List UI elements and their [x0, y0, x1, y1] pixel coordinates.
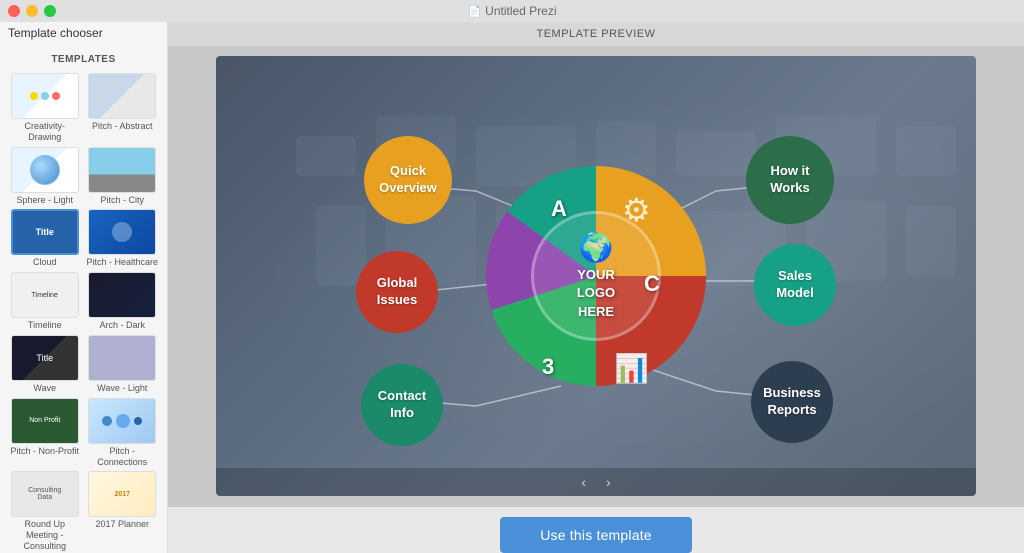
- template-thumb-pitch-abstract: [88, 73, 156, 119]
- template-item-wave[interactable]: Title Wave: [8, 335, 82, 394]
- template-label-pitch-nonprofit: Pitch - Non-Profit: [10, 446, 79, 457]
- chart-icon-segment: 📊: [614, 352, 649, 385]
- bubble-business-reports-text: BusinessReports: [763, 385, 821, 419]
- templates-grid: Creativity-Drawing Pitch - Abstract Sphe…: [0, 69, 167, 553]
- template-item-planner-2017[interactable]: 2017 2017 Planner: [86, 471, 160, 551]
- template-thumb-planner-2017: 2017: [88, 471, 156, 517]
- template-thumb-pitch-healthcare: [88, 209, 156, 255]
- use-template-button[interactable]: Use this template: [500, 517, 692, 553]
- template-label-arch-dark: Arch - Dark: [99, 320, 145, 331]
- bubble-quick-overview-text: QuickOverview: [379, 163, 437, 197]
- bubble-how-it-works[interactable]: How itWorks: [746, 136, 834, 224]
- template-thumb-pitch-nonprofit: Non Profit: [11, 398, 79, 444]
- template-thumb-wave: Title: [11, 335, 79, 381]
- template-item-pitch-connections[interactable]: Pitch - Connections: [86, 398, 160, 468]
- app-title: Template chooser: [0, 22, 167, 46]
- bubble-global-issues-text: GlobalIssues: [377, 275, 417, 309]
- template-label-sphere-light: Sphere - Light: [16, 195, 73, 206]
- template-item-pitch-abstract[interactable]: Pitch - Abstract: [86, 73, 160, 143]
- template-label-roundup-consulting: Round Up Meeting - Consulting: [8, 519, 82, 551]
- template-item-pitch-city[interactable]: Pitch - City: [86, 147, 160, 206]
- template-label-pitch-connections: Pitch - Connections: [86, 446, 160, 468]
- template-item-pitch-healthcare[interactable]: Pitch - Healthcare: [86, 209, 160, 268]
- bubble-sales-model-text: SalesModel: [776, 268, 814, 302]
- template-item-sphere-light[interactable]: Sphere - Light: [8, 147, 82, 206]
- diagram: A ⚙ C 📊 3 🌍 YOUR LOGO HE: [346, 96, 846, 456]
- template-item-timeline[interactable]: Timeline Timeline: [8, 272, 82, 331]
- template-thumb-arch-dark: [88, 272, 156, 318]
- bubble-global-issues[interactable]: GlobalIssues: [356, 251, 438, 333]
- main-content: TEMPLATE PREVIEW: [168, 22, 1024, 553]
- template-label-cloud: Cloud: [33, 257, 57, 268]
- template-item-roundup-consulting[interactable]: ConsultingData Round Up Meeting - Consul…: [8, 471, 82, 551]
- minimize-button[interactable]: [26, 5, 38, 17]
- template-thumb-roundup-consulting: ConsultingData: [11, 471, 79, 517]
- template-thumb-timeline: Timeline: [11, 272, 79, 318]
- template-thumb-creativity-drawing: [11, 73, 79, 119]
- template-item-arch-dark[interactable]: Arch - Dark: [86, 272, 160, 331]
- gear-icon-segment: ⚙: [622, 191, 651, 229]
- template-label-wave: Wave: [33, 383, 56, 394]
- sidebar: Template chooser TEMPLATES Creativity-Dr…: [0, 22, 168, 553]
- bubble-sales-model[interactable]: SalesModel: [754, 244, 836, 326]
- preview-area: A ⚙ C 📊 3 🌍 YOUR LOGO HE: [168, 46, 1024, 506]
- template-thumb-cloud: Title: [11, 209, 79, 255]
- window-title: 📄 Untitled Prezi: [467, 4, 556, 18]
- template-label-timeline: Timeline: [28, 320, 62, 331]
- maximize-button[interactable]: [44, 5, 56, 17]
- template-item-wave-light[interactable]: Wave - Light: [86, 335, 160, 394]
- template-label-planner-2017: 2017 Planner: [95, 519, 149, 530]
- bottom-bar: Use this template: [168, 506, 1024, 553]
- segment-label-3: 3: [542, 354, 554, 380]
- center-logo-text: YOUR LOGO HERE: [577, 266, 615, 321]
- template-label-pitch-healthcare: Pitch - Healthcare: [86, 257, 158, 268]
- template-item-creativity-drawing[interactable]: Creativity-Drawing: [8, 73, 82, 143]
- slide-container: A ⚙ C 📊 3 🌍 YOUR LOGO HE: [216, 56, 976, 496]
- window-controls[interactable]: [8, 5, 56, 17]
- template-label-pitch-abstract: Pitch - Abstract: [92, 121, 153, 132]
- template-thumb-sphere-light: [11, 147, 79, 193]
- bubble-quick-overview[interactable]: QuickOverview: [364, 136, 452, 224]
- slide-next-arrow[interactable]: ›: [606, 474, 611, 490]
- template-item-pitch-nonprofit[interactable]: Non Profit Pitch - Non-Profit: [8, 398, 82, 468]
- bubble-contact-info[interactable]: ContactInfo: [361, 364, 443, 446]
- center-logo: 🌍 YOUR LOGO HERE: [531, 211, 661, 341]
- titlebar: 📄 Untitled Prezi: [0, 0, 1024, 22]
- segment-label-a: A: [551, 196, 567, 222]
- template-label-wave-light: Wave - Light: [97, 383, 147, 394]
- bubble-how-it-works-text: How itWorks: [770, 163, 810, 197]
- segment-label-c: C: [644, 271, 660, 297]
- close-button[interactable]: [8, 5, 20, 17]
- template-thumb-pitch-connections: [88, 398, 156, 444]
- slide-navigation: ‹ ›: [216, 468, 976, 496]
- template-label-creativity-drawing: Creativity-Drawing: [8, 121, 82, 143]
- bubble-business-reports[interactable]: BusinessReports: [751, 361, 833, 443]
- template-item-cloud[interactable]: Title Cloud: [8, 209, 82, 268]
- bubble-contact-info-text: ContactInfo: [378, 388, 426, 422]
- globe-icon: 🌍: [579, 231, 614, 264]
- templates-section-label: TEMPLATES: [0, 46, 167, 69]
- template-thumb-wave-light: [88, 335, 156, 381]
- app-container: Template chooser TEMPLATES Creativity-Dr…: [0, 22, 1024, 553]
- template-label-pitch-city: Pitch - City: [100, 195, 144, 206]
- slide-prev-arrow[interactable]: ‹: [581, 474, 586, 490]
- template-thumb-pitch-city: [88, 147, 156, 193]
- preview-header: TEMPLATE PREVIEW: [168, 22, 1024, 46]
